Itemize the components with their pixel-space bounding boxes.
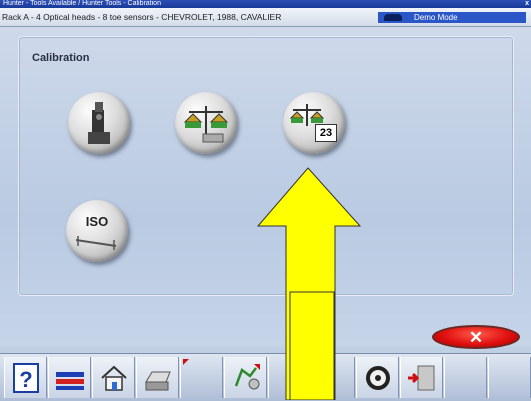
red-corner-icon bbox=[183, 359, 189, 365]
vehicle-info-bar: Rack A - 4 Optical heads - 8 toe sensors… bbox=[0, 8, 531, 27]
alignment-button[interactable] bbox=[224, 357, 267, 398]
balance-calendar-icon bbox=[289, 104, 325, 126]
section-title: Calibration bbox=[32, 52, 90, 64]
bottom-toolbar: ? bbox=[0, 353, 531, 401]
steering-wheel-icon bbox=[366, 366, 390, 390]
balance-calibration-button[interactable] bbox=[175, 92, 237, 154]
exit-button[interactable] bbox=[400, 357, 443, 398]
toolbar-slot-empty bbox=[488, 357, 531, 398]
mode-indicator: Demo Mode bbox=[378, 12, 526, 23]
calendar-calibration-button[interactable]: 23 bbox=[283, 92, 345, 154]
help-glyph: ? bbox=[19, 367, 32, 392]
steering-button[interactable] bbox=[356, 357, 399, 398]
iso-calibration-button[interactable]: ISO bbox=[66, 200, 128, 262]
home-icon bbox=[101, 365, 127, 391]
vehicle-info-text: Rack A - 4 Optical heads - 8 toe sensors… bbox=[2, 12, 282, 22]
cancel-button[interactable]: ✕ bbox=[432, 325, 520, 349]
cancel-icon: ✕ bbox=[468, 328, 484, 347]
help-button[interactable]: ? bbox=[4, 357, 47, 398]
home-button[interactable] bbox=[92, 357, 135, 398]
exit-icon bbox=[408, 365, 435, 391]
rack-icon bbox=[56, 372, 84, 390]
toolbar-slot-empty bbox=[312, 357, 355, 398]
toolbar-slot-empty bbox=[180, 357, 223, 398]
alignment-icon bbox=[234, 364, 260, 390]
balance-scale-icon bbox=[183, 106, 229, 143]
printer-icon bbox=[145, 371, 171, 391]
rack-button[interactable] bbox=[48, 357, 91, 398]
title-bar: Hunter - Tools Available / Hunter Tools … bbox=[0, 0, 531, 8]
toolbar-slot-empty bbox=[444, 357, 487, 398]
print-button[interactable] bbox=[136, 357, 179, 398]
window-title: Hunter - Tools Available / Hunter Tools … bbox=[3, 0, 161, 7]
sensor-calibration-button[interactable] bbox=[68, 92, 130, 154]
toolbar-slot-empty bbox=[268, 357, 311, 398]
mode-label: Demo Mode bbox=[414, 13, 458, 22]
sensor-head-icon bbox=[88, 102, 110, 144]
calendar-day-badge: 23 bbox=[315, 124, 337, 142]
window-close-button[interactable]: x bbox=[525, 0, 529, 8]
help-icon: ? bbox=[13, 363, 39, 393]
car-icon bbox=[384, 14, 402, 21]
iso-ruler-icon bbox=[75, 236, 117, 250]
